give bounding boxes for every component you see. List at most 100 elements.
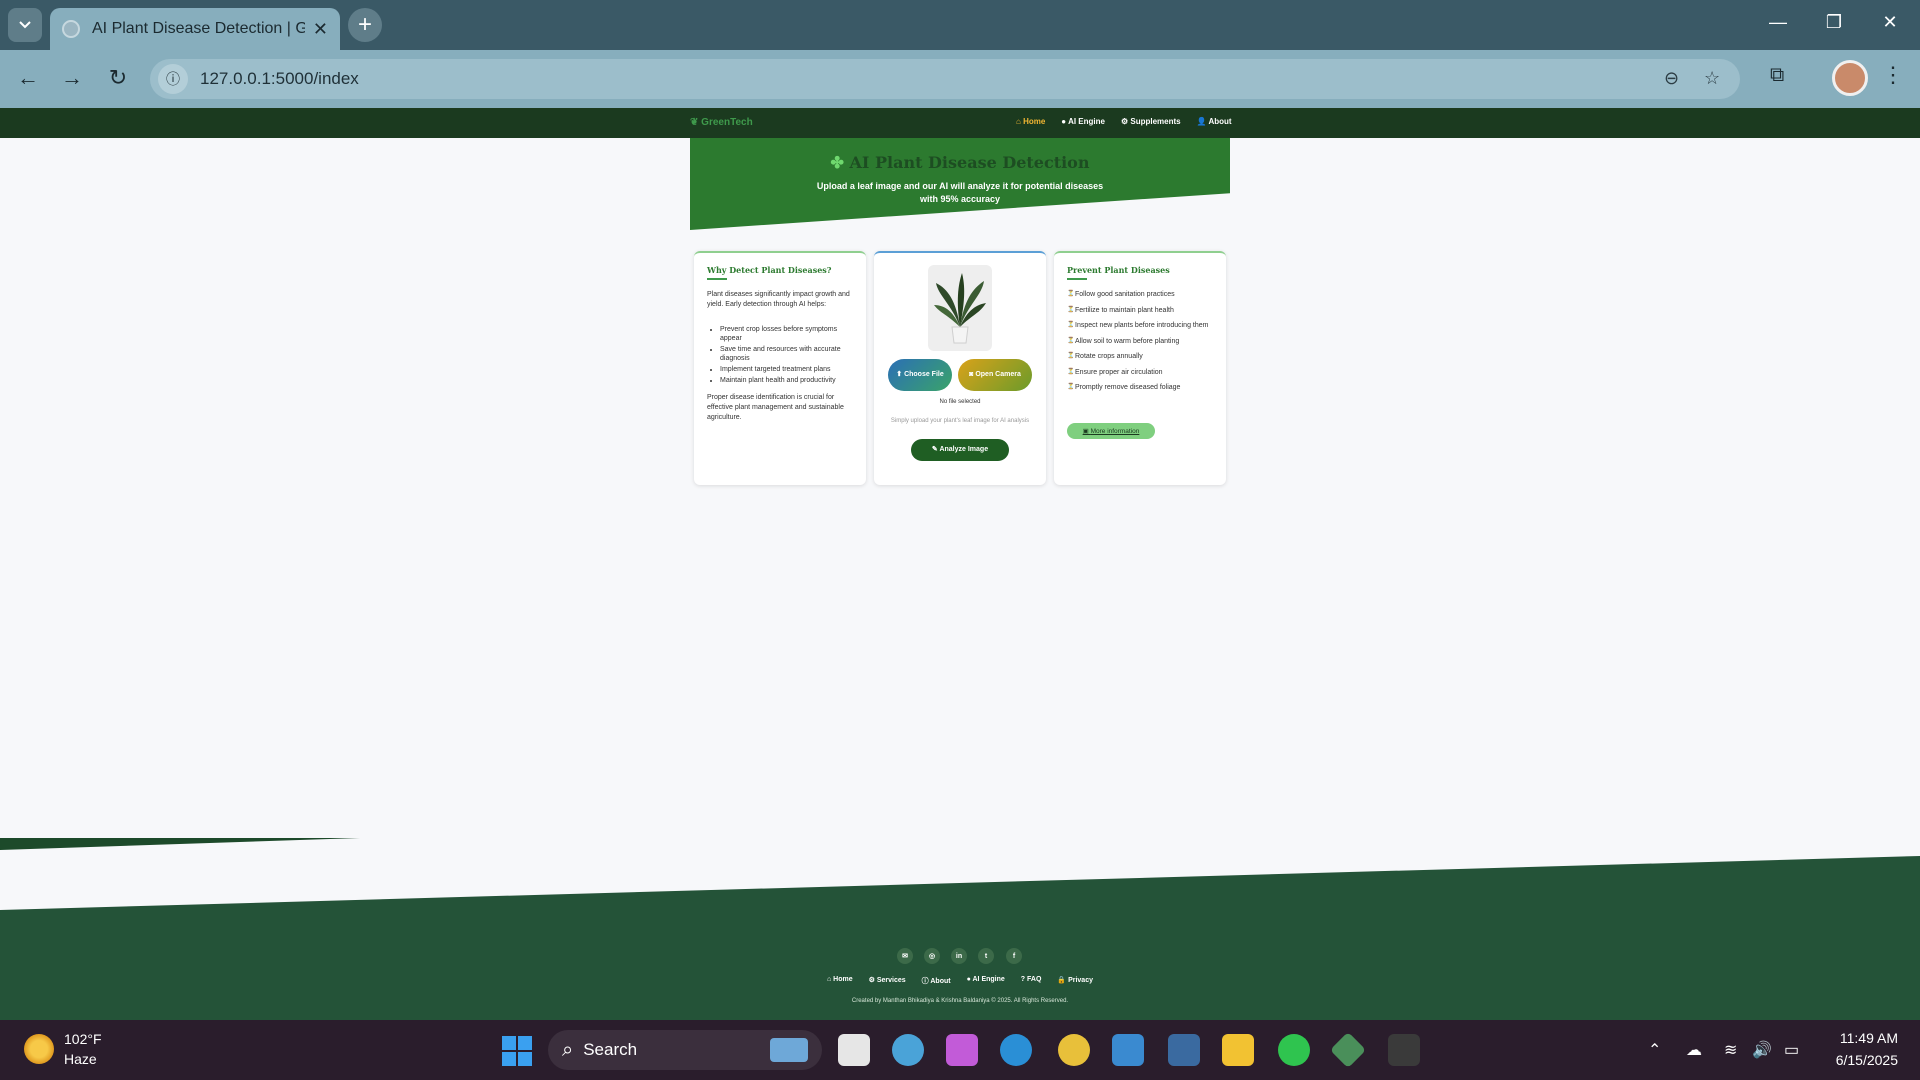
nav-ai-engine[interactable]: ● AI Engine [1061, 117, 1105, 126]
clock-time[interactable]: 11:49 AM [1828, 1030, 1898, 1046]
plant-illustration [934, 273, 986, 344]
footer-link-label: About [930, 978, 951, 985]
book-icon: ▣ [1082, 428, 1091, 435]
remote-desktop-icon[interactable] [1112, 1034, 1144, 1066]
volume-icon[interactable]: 🔊 [1752, 1040, 1772, 1060]
analyze-image-button[interactable]: ✎ Analyze Image [911, 439, 1009, 461]
hero-title-text: AI Plant Disease Detection [849, 153, 1090, 172]
taskbar: 102°F Haze ⌕ Search ⌃ ☁ ≋ 🔊 ▭ 11:49 AM 6… [0, 1020, 1920, 1080]
upload-card: ⬆ Choose File ◙ Open Camera No file sele… [874, 251, 1046, 485]
web-page: ❦ GreenTech ⌂ Home ● AI Engine ⚙ Supplem… [0, 108, 1920, 1020]
task-view-icon[interactable] [838, 1034, 870, 1066]
site-info-icon[interactable]: ⓘ [158, 64, 188, 94]
why-card-intro: Plant diseases significantly impact grow… [707, 291, 850, 308]
close-icon[interactable]: ✕ [313, 19, 328, 40]
wifi-icon[interactable]: ≋ [1724, 1040, 1737, 1060]
footer-link-label: FAQ [1027, 976, 1042, 983]
brand-name: GreenTech [701, 117, 753, 128]
tab-search-button[interactable] [8, 8, 42, 42]
site-navbar: ❦ GreenTech ⌂ Home ● AI Engine ⚙ Supplem… [0, 108, 1920, 138]
forward-icon[interactable]: → [58, 65, 86, 91]
email-icon[interactable]: ✉ [897, 948, 913, 964]
more-information-link[interactable]: ▣ More information [1067, 423, 1155, 439]
nav-about[interactable]: 👤 About [1197, 117, 1232, 126]
list-item: Maintain plant health and productivity [720, 376, 856, 385]
facebook-icon[interactable]: f [1006, 948, 1022, 964]
nav-links: ⌂ Home ● AI Engine ⚙ Supplements 👤 About [1016, 117, 1232, 126]
extensions-icon[interactable]: ⧉ [1770, 64, 1784, 87]
minimize-icon[interactable]: — [1766, 12, 1790, 33]
brand-logo[interactable]: ❦ GreenTech [690, 117, 753, 128]
nav-home[interactable]: ⌂ Home [1016, 117, 1045, 126]
back-icon[interactable]: ← [14, 65, 42, 91]
twitter-icon[interactable]: t [978, 948, 994, 964]
footer-link-label: Home [833, 976, 853, 983]
zoom-icon[interactable]: ⊖ [1664, 68, 1679, 89]
more-info-label: More information [1090, 427, 1140, 435]
title-underline [707, 278, 727, 280]
chrome-icon[interactable] [1058, 1034, 1090, 1066]
copilot-icon[interactable] [946, 1034, 978, 1066]
list-item: Ensure proper air circulation [1067, 368, 1217, 377]
hero-banner: ✤ AI Plant Disease Detection Upload a le… [690, 138, 1230, 230]
footer-background [0, 838, 1920, 1020]
footer-link-ai-engine[interactable]: ● AI Engine [967, 976, 1005, 986]
weather-icon[interactable] [24, 1034, 54, 1064]
linkedin-icon[interactable]: in [951, 948, 967, 964]
weather-temperature[interactable]: 102°F [64, 1031, 102, 1047]
footer-link-home[interactable]: ⌂ Home [827, 976, 853, 986]
footer-link-label: Services [876, 977, 906, 984]
footer-link-about[interactable]: ⓘ About [922, 976, 951, 986]
copyright-text: Created by Manthan Bhikadiya & Krishna B… [851, 998, 1069, 1004]
paint-icon[interactable] [892, 1034, 924, 1066]
prevent-list: Follow good sanitation practices Fertili… [1067, 290, 1217, 399]
list-item: Save time and resources with accurate di… [720, 345, 856, 363]
onedrive-icon[interactable]: ☁ [1686, 1040, 1702, 1060]
favicon-icon [62, 20, 80, 38]
mysql-workbench-icon[interactable] [1168, 1034, 1200, 1066]
search-highlight-icon [770, 1038, 808, 1062]
footer-link-faq[interactable]: ? FAQ [1021, 976, 1042, 986]
chevron-up-icon[interactable]: ⌃ [1648, 1040, 1661, 1060]
taskbar-search[interactable]: ⌕ Search [548, 1030, 822, 1070]
list-item: Allow soil to warm before planting [1067, 337, 1217, 346]
battery-icon[interactable]: ▭ [1784, 1040, 1799, 1060]
why-detect-card: Why Detect Plant Diseases? Plant disease… [694, 251, 866, 485]
open-camera-label: Open Camera [975, 371, 1021, 378]
why-card-outro: Proper disease identification is crucial… [707, 394, 844, 421]
choose-file-button[interactable]: ⬆ Choose File [888, 359, 952, 391]
open-camera-button[interactable]: ◙ Open Camera [958, 359, 1032, 391]
profile-avatar[interactable] [1832, 60, 1868, 96]
browser-menu-icon[interactable]: ⋮ [1882, 62, 1904, 88]
weather-condition[interactable]: Haze [64, 1051, 97, 1067]
instagram-icon[interactable]: ◎ [924, 948, 940, 964]
whatsapp-icon[interactable] [1278, 1034, 1310, 1066]
list-item: Promptly remove diseased foliage [1067, 383, 1217, 392]
address-bar[interactable]: ⓘ 127.0.0.1:5000/index ⊖ ☆ [150, 59, 1740, 99]
list-item: Inspect new plants before introducing th… [1067, 321, 1217, 330]
list-item: Follow good sanitation practices [1067, 290, 1217, 299]
nav-ai-engine-label: AI Engine [1068, 117, 1105, 126]
browser-tab[interactable]: AI Plant Disease Detection | Gre ✕ [50, 8, 340, 50]
reload-icon[interactable]: ↻ [104, 65, 132, 91]
prevent-card-title: Prevent Plant Diseases [1067, 265, 1170, 275]
window-close-icon[interactable]: ✕ [1878, 12, 1902, 33]
new-tab-button[interactable]: + [348, 8, 382, 42]
nav-supplements[interactable]: ⚙ Supplements [1121, 117, 1181, 126]
chevron-down-icon [19, 21, 31, 29]
clock-date[interactable]: 6/15/2025 [1818, 1052, 1898, 1068]
footer-link-label: AI Engine [972, 976, 1005, 983]
terminal-icon[interactable] [1388, 1034, 1420, 1066]
nav-about-label: About [1208, 117, 1232, 126]
why-card-title: Why Detect Plant Diseases? [707, 265, 832, 275]
footer-link-privacy[interactable]: 🔒 Privacy [1057, 976, 1093, 986]
bookmark-star-icon[interactable]: ☆ [1704, 68, 1720, 89]
footer-link-services[interactable]: ⚙ Services [869, 976, 906, 986]
file-explorer-icon[interactable] [1222, 1034, 1254, 1066]
git-icon[interactable] [1329, 1031, 1367, 1069]
edge-icon[interactable] [1000, 1034, 1032, 1066]
clover-icon: ✤ [830, 153, 850, 172]
windows-start-icon[interactable] [502, 1036, 532, 1066]
restore-icon[interactable]: ❐ [1822, 12, 1846, 33]
url-text[interactable]: 127.0.0.1:5000/index [200, 69, 359, 89]
